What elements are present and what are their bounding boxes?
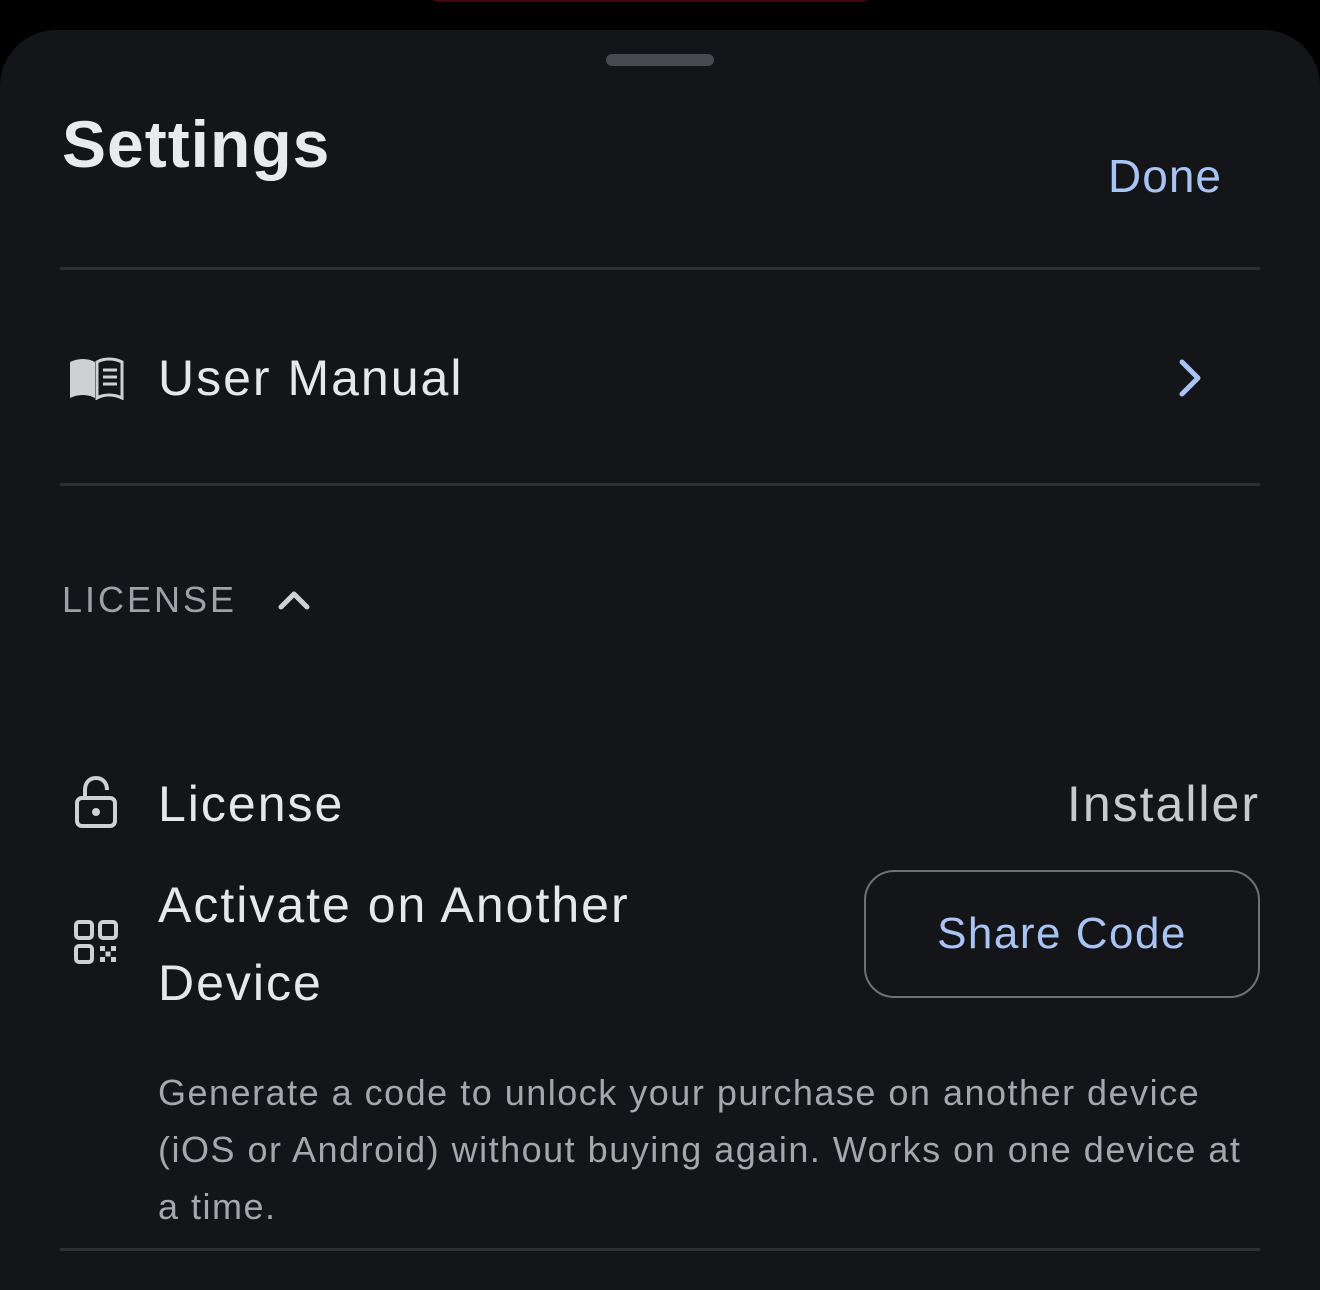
sheet-grabber-handle[interactable] (606, 54, 714, 66)
license-value: Installer (1066, 776, 1260, 832)
license-section-label: LICENSE (62, 579, 238, 620)
license-row: License Installer (60, 768, 1260, 842)
activate-device-description: Generate a code to unlock your purchase … (158, 1072, 1242, 1227)
page-title: Settings (62, 107, 331, 181)
license-section-header[interactable]: LICENSE (62, 578, 311, 622)
license-label: License (158, 776, 345, 832)
license-bottom-divider (60, 1248, 1260, 1251)
user-manual-row[interactable]: User Manual (60, 320, 1260, 440)
settings-sheet: Settings Done User Manual LICENSE Licens… (0, 30, 1320, 1290)
user-manual-label: User Manual (158, 350, 464, 406)
status-indicator (430, 0, 870, 2)
lock-icon (74, 775, 118, 833)
qr-code-icon (74, 920, 118, 969)
activate-device-row: Activate on Another Device Share Code Ge… (60, 870, 1260, 1227)
done-button[interactable]: Done (1108, 146, 1222, 206)
chevron-right-icon (1176, 358, 1204, 403)
chevron-up-icon (277, 589, 311, 611)
share-code-button[interactable]: Share Code (864, 870, 1260, 998)
book-icon (68, 356, 124, 405)
activate-device-label: Activate on Another Device (158, 877, 630, 1011)
user-manual-divider (60, 483, 1260, 486)
header-divider (60, 267, 1260, 270)
